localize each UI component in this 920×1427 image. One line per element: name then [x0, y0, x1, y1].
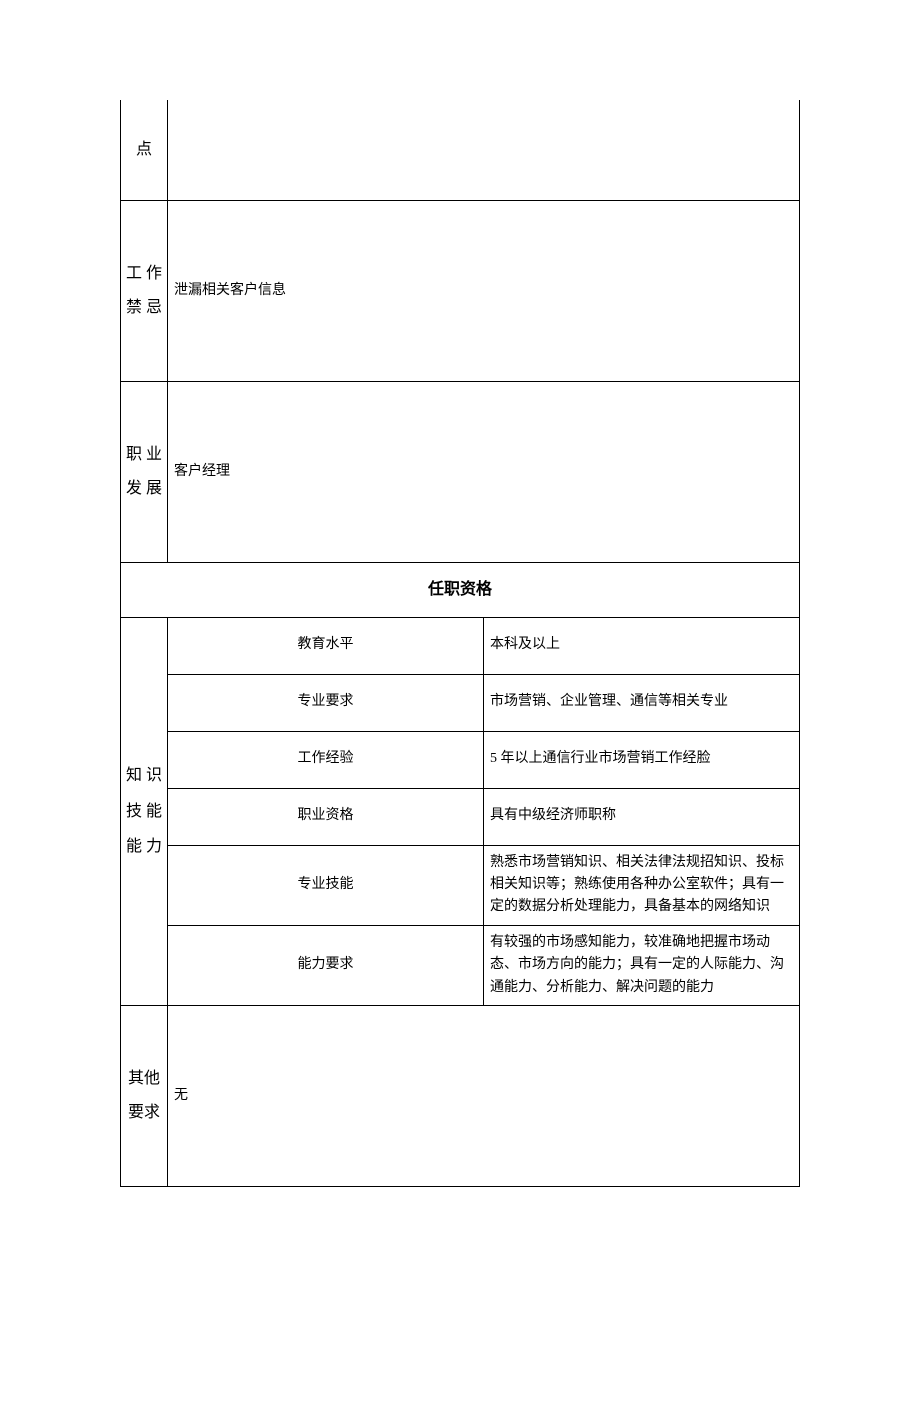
row-education: 知 识 技 能 能 力 教育水平 本科及以上 [121, 617, 800, 674]
label-education: 教育水平 [168, 617, 484, 674]
label-other: 其他 要求 [121, 1005, 168, 1186]
value-cert: 具有中级经济师职称 [484, 788, 800, 845]
row-cert: 职业资格 具有中级经济师职称 [121, 788, 800, 845]
qualification-header: 任职资格 [121, 563, 800, 618]
value-other: 无 [168, 1005, 800, 1186]
label-skill: 专业技能 [168, 845, 484, 925]
label-ability: 能力要求 [168, 925, 484, 1005]
label-career: 职 业 发 展 [121, 382, 168, 563]
job-description-table: 点 工 作禁 忌 泄漏相关客户信息 职 业 发 展 客户经理 任职资格 知 识 … [120, 100, 800, 1187]
row-other: 其他 要求 无 [121, 1005, 800, 1186]
row-experience: 工作经验 5 年以上通信行业市场营销工作经脸 [121, 731, 800, 788]
value-taboo: 泄漏相关客户信息 [168, 201, 800, 382]
label-experience: 工作经验 [168, 731, 484, 788]
value-education: 本科及以上 [484, 617, 800, 674]
row-ability: 能力要求 有较强的市场感知能力，较准确地把握市场动态、市场方向的能力；具有一定的… [121, 925, 800, 1005]
value-skill: 熟悉市场营销知识、相关法律法规招知识、投标相关知识等；熟练使用各种办公室软件；具… [484, 845, 800, 925]
row-key-points: 点 [121, 100, 800, 201]
label-major: 专业要求 [168, 674, 484, 731]
row-qualification-header: 任职资格 [121, 563, 800, 618]
value-experience: 5 年以上通信行业市场营销工作经脸 [484, 731, 800, 788]
value-major: 市场营销、企业管理、通信等相关专业 [484, 674, 800, 731]
label-key-points: 点 [121, 100, 168, 201]
value-ability: 有较强的市场感知能力，较准确地把握市场动态、市场方向的能力；具有一定的人际能力、… [484, 925, 800, 1005]
label-taboo: 工 作禁 忌 [121, 201, 168, 382]
value-key-points [168, 100, 800, 201]
value-career: 客户经理 [168, 382, 800, 563]
row-taboo: 工 作禁 忌 泄漏相关客户信息 [121, 201, 800, 382]
row-major: 专业要求 市场营销、企业管理、通信等相关专业 [121, 674, 800, 731]
label-knowledge: 知 识 技 能 能 力 [121, 617, 168, 1005]
row-skill: 专业技能 熟悉市场营销知识、相关法律法规招知识、投标相关知识等；熟练使用各种办公… [121, 845, 800, 925]
row-career: 职 业 发 展 客户经理 [121, 382, 800, 563]
label-cert: 职业资格 [168, 788, 484, 845]
